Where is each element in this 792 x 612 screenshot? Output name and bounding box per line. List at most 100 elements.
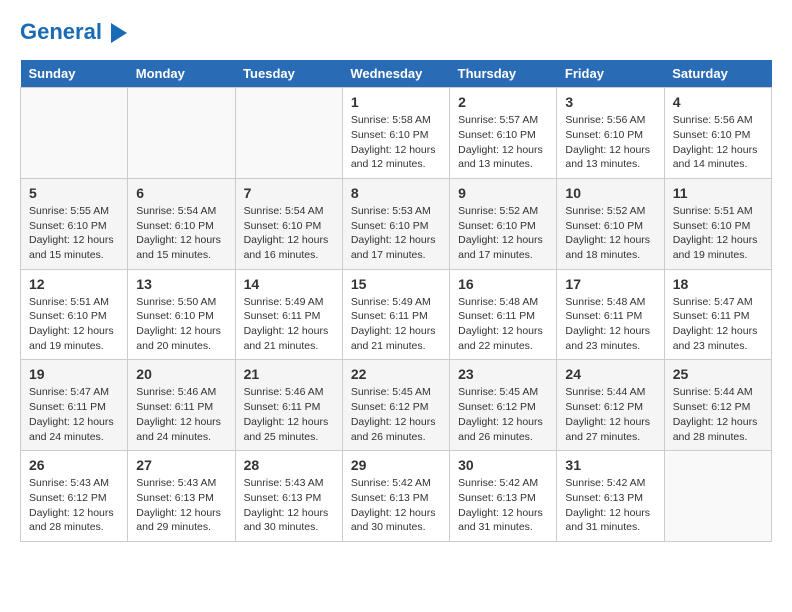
day-number: 18 xyxy=(673,276,763,292)
day-info: Sunrise: 5:57 AM Sunset: 6:10 PM Dayligh… xyxy=(458,113,548,172)
day-info: Sunrise: 5:51 AM Sunset: 6:10 PM Dayligh… xyxy=(673,204,763,263)
calendar-week-row: 5 Sunrise: 5:55 AM Sunset: 6:10 PM Daylig… xyxy=(21,178,772,269)
day-number: 26 xyxy=(29,457,119,473)
day-number: 15 xyxy=(351,276,441,292)
day-number: 5 xyxy=(29,185,119,201)
weekday-header: Saturday xyxy=(664,60,771,88)
day-number: 16 xyxy=(458,276,548,292)
calendar-cell: 6Sunrise: 5:54 AM Sunset: 6:10 PM Daylig… xyxy=(128,178,235,269)
day-info: Sunrise: 5:42 AM Sunset: 6:13 PM Dayligh… xyxy=(458,476,548,535)
day-info: Sunrise: 5:48 AM Sunset: 6:11 PM Dayligh… xyxy=(458,295,548,354)
day-info: Sunrise: 5:49 AM Sunset: 6:11 PM Dayligh… xyxy=(351,295,441,354)
day-number: 9 xyxy=(458,185,548,201)
day-number: 11 xyxy=(673,185,763,201)
calendar-cell: 29 Sunrise: 5:42 AM Sunset: 6:13 PM Dayli… xyxy=(342,451,449,542)
calendar-cell: 23 Sunrise: 5:45 AM Sunset: 6:12 PM Dayli… xyxy=(450,360,557,451)
weekday-header: Tuesday xyxy=(235,60,342,88)
day-info: Sunrise: 5:44 AM Sunset: 6:12 PM Dayligh… xyxy=(565,385,655,444)
calendar-week-row: 19Sunrise: 5:47 AM Sunset: 6:11 PM Dayli… xyxy=(21,360,772,451)
calendar-cell: 16 Sunrise: 5:48 AM Sunset: 6:11 PM Dayli… xyxy=(450,269,557,360)
day-info: Sunrise: 5:48 AM Sunset: 6:11 PM Dayligh… xyxy=(565,295,655,354)
calendar-cell: 19Sunrise: 5:47 AM Sunset: 6:11 PM Dayli… xyxy=(21,360,128,451)
calendar: SundayMondayTuesdayWednesdayThursdayFrid… xyxy=(20,60,772,542)
day-number: 29 xyxy=(351,457,441,473)
calendar-cell xyxy=(664,451,771,542)
day-number: 12 xyxy=(29,276,119,292)
day-info: Sunrise: 5:52 AM Sunset: 6:10 PM Dayligh… xyxy=(458,204,548,263)
day-number: 30 xyxy=(458,457,548,473)
day-info: Sunrise: 5:47 AM Sunset: 6:11 PM Dayligh… xyxy=(673,295,763,354)
calendar-week-row: 26Sunrise: 5:43 AM Sunset: 6:12 PM Dayli… xyxy=(21,451,772,542)
day-info: Sunrise: 5:52 AM Sunset: 6:10 PM Dayligh… xyxy=(565,204,655,263)
calendar-cell: 21Sunrise: 5:46 AM Sunset: 6:11 PM Dayli… xyxy=(235,360,342,451)
calendar-cell xyxy=(235,88,342,179)
day-info: Sunrise: 5:58 AM Sunset: 6:10 PM Dayligh… xyxy=(351,113,441,172)
day-number: 17 xyxy=(565,276,655,292)
calendar-cell: 7 Sunrise: 5:54 AM Sunset: 6:10 PM Daylig… xyxy=(235,178,342,269)
calendar-week-row: 1 Sunrise: 5:58 AM Sunset: 6:10 PM Daylig… xyxy=(21,88,772,179)
day-number: 20 xyxy=(136,366,226,382)
day-number: 10 xyxy=(565,185,655,201)
day-number: 13 xyxy=(136,276,226,292)
day-number: 2 xyxy=(458,94,548,110)
calendar-cell: 22 Sunrise: 5:45 AM Sunset: 6:12 PM Dayli… xyxy=(342,360,449,451)
calendar-week-row: 12 Sunrise: 5:51 AM Sunset: 6:10 PM Dayli… xyxy=(21,269,772,360)
calendar-cell: 13 Sunrise: 5:50 AM Sunset: 6:10 PM Dayli… xyxy=(128,269,235,360)
calendar-cell: 4Sunrise: 5:56 AM Sunset: 6:10 PM Daylig… xyxy=(664,88,771,179)
day-number: 24 xyxy=(565,366,655,382)
logo: General xyxy=(20,20,127,44)
day-info: Sunrise: 5:50 AM Sunset: 6:10 PM Dayligh… xyxy=(136,295,226,354)
day-info: Sunrise: 5:46 AM Sunset: 6:11 PM Dayligh… xyxy=(244,385,334,444)
day-info: Sunrise: 5:44 AM Sunset: 6:12 PM Dayligh… xyxy=(673,385,763,444)
day-info: Sunrise: 5:47 AM Sunset: 6:11 PM Dayligh… xyxy=(29,385,119,444)
day-info: Sunrise: 5:55 AM Sunset: 6:10 PM Dayligh… xyxy=(29,204,119,263)
calendar-cell: 18 Sunrise: 5:47 AM Sunset: 6:11 PM Dayli… xyxy=(664,269,771,360)
day-info: Sunrise: 5:43 AM Sunset: 6:13 PM Dayligh… xyxy=(136,476,226,535)
calendar-cell xyxy=(128,88,235,179)
calendar-cell: 24 Sunrise: 5:44 AM Sunset: 6:12 PM Dayli… xyxy=(557,360,664,451)
day-number: 28 xyxy=(244,457,334,473)
day-info: Sunrise: 5:56 AM Sunset: 6:10 PM Dayligh… xyxy=(673,113,763,172)
calendar-cell: 3 Sunrise: 5:56 AM Sunset: 6:10 PM Daylig… xyxy=(557,88,664,179)
calendar-cell: 5 Sunrise: 5:55 AM Sunset: 6:10 PM Daylig… xyxy=(21,178,128,269)
day-info: Sunrise: 5:54 AM Sunset: 6:10 PM Dayligh… xyxy=(244,204,334,263)
day-number: 14 xyxy=(244,276,334,292)
day-number: 3 xyxy=(565,94,655,110)
day-number: 25 xyxy=(673,366,763,382)
calendar-cell: 20 Sunrise: 5:46 AM Sunset: 6:11 PM Dayli… xyxy=(128,360,235,451)
day-info: Sunrise: 5:46 AM Sunset: 6:11 PM Dayligh… xyxy=(136,385,226,444)
calendar-cell: 31Sunrise: 5:42 AM Sunset: 6:13 PM Dayli… xyxy=(557,451,664,542)
weekday-header: Wednesday xyxy=(342,60,449,88)
calendar-cell: 27 Sunrise: 5:43 AM Sunset: 6:13 PM Dayli… xyxy=(128,451,235,542)
calendar-cell xyxy=(21,88,128,179)
day-info: Sunrise: 5:49 AM Sunset: 6:11 PM Dayligh… xyxy=(244,295,334,354)
day-number: 23 xyxy=(458,366,548,382)
calendar-cell: 8Sunrise: 5:53 AM Sunset: 6:10 PM Daylig… xyxy=(342,178,449,269)
page-header: General xyxy=(20,20,772,44)
day-info: Sunrise: 5:53 AM Sunset: 6:10 PM Dayligh… xyxy=(351,204,441,263)
day-number: 1 xyxy=(351,94,441,110)
calendar-cell: 28Sunrise: 5:43 AM Sunset: 6:13 PM Dayli… xyxy=(235,451,342,542)
day-info: Sunrise: 5:45 AM Sunset: 6:12 PM Dayligh… xyxy=(458,385,548,444)
day-info: Sunrise: 5:56 AM Sunset: 6:10 PM Dayligh… xyxy=(565,113,655,172)
day-number: 27 xyxy=(136,457,226,473)
day-number: 7 xyxy=(244,185,334,201)
calendar-cell: 2 Sunrise: 5:57 AM Sunset: 6:10 PM Daylig… xyxy=(450,88,557,179)
calendar-cell: 1 Sunrise: 5:58 AM Sunset: 6:10 PM Daylig… xyxy=(342,88,449,179)
day-info: Sunrise: 5:51 AM Sunset: 6:10 PM Dayligh… xyxy=(29,295,119,354)
weekday-header: Sunday xyxy=(21,60,128,88)
calendar-cell: 12 Sunrise: 5:51 AM Sunset: 6:10 PM Dayli… xyxy=(21,269,128,360)
calendar-cell: 15 Sunrise: 5:49 AM Sunset: 6:11 PM Dayli… xyxy=(342,269,449,360)
day-number: 22 xyxy=(351,366,441,382)
weekday-header: Friday xyxy=(557,60,664,88)
day-info: Sunrise: 5:42 AM Sunset: 6:13 PM Dayligh… xyxy=(351,476,441,535)
day-info: Sunrise: 5:45 AM Sunset: 6:12 PM Dayligh… xyxy=(351,385,441,444)
logo-text: General xyxy=(20,20,127,44)
day-number: 6 xyxy=(136,185,226,201)
calendar-cell: 30 Sunrise: 5:42 AM Sunset: 6:13 PM Dayli… xyxy=(450,451,557,542)
calendar-cell: 26Sunrise: 5:43 AM Sunset: 6:12 PM Dayli… xyxy=(21,451,128,542)
weekday-header: Monday xyxy=(128,60,235,88)
calendar-header-row: SundayMondayTuesdayWednesdayThursdayFrid… xyxy=(21,60,772,88)
calendar-cell: 11 Sunrise: 5:51 AM Sunset: 6:10 PM Dayli… xyxy=(664,178,771,269)
calendar-cell: 10 Sunrise: 5:52 AM Sunset: 6:10 PM Dayli… xyxy=(557,178,664,269)
